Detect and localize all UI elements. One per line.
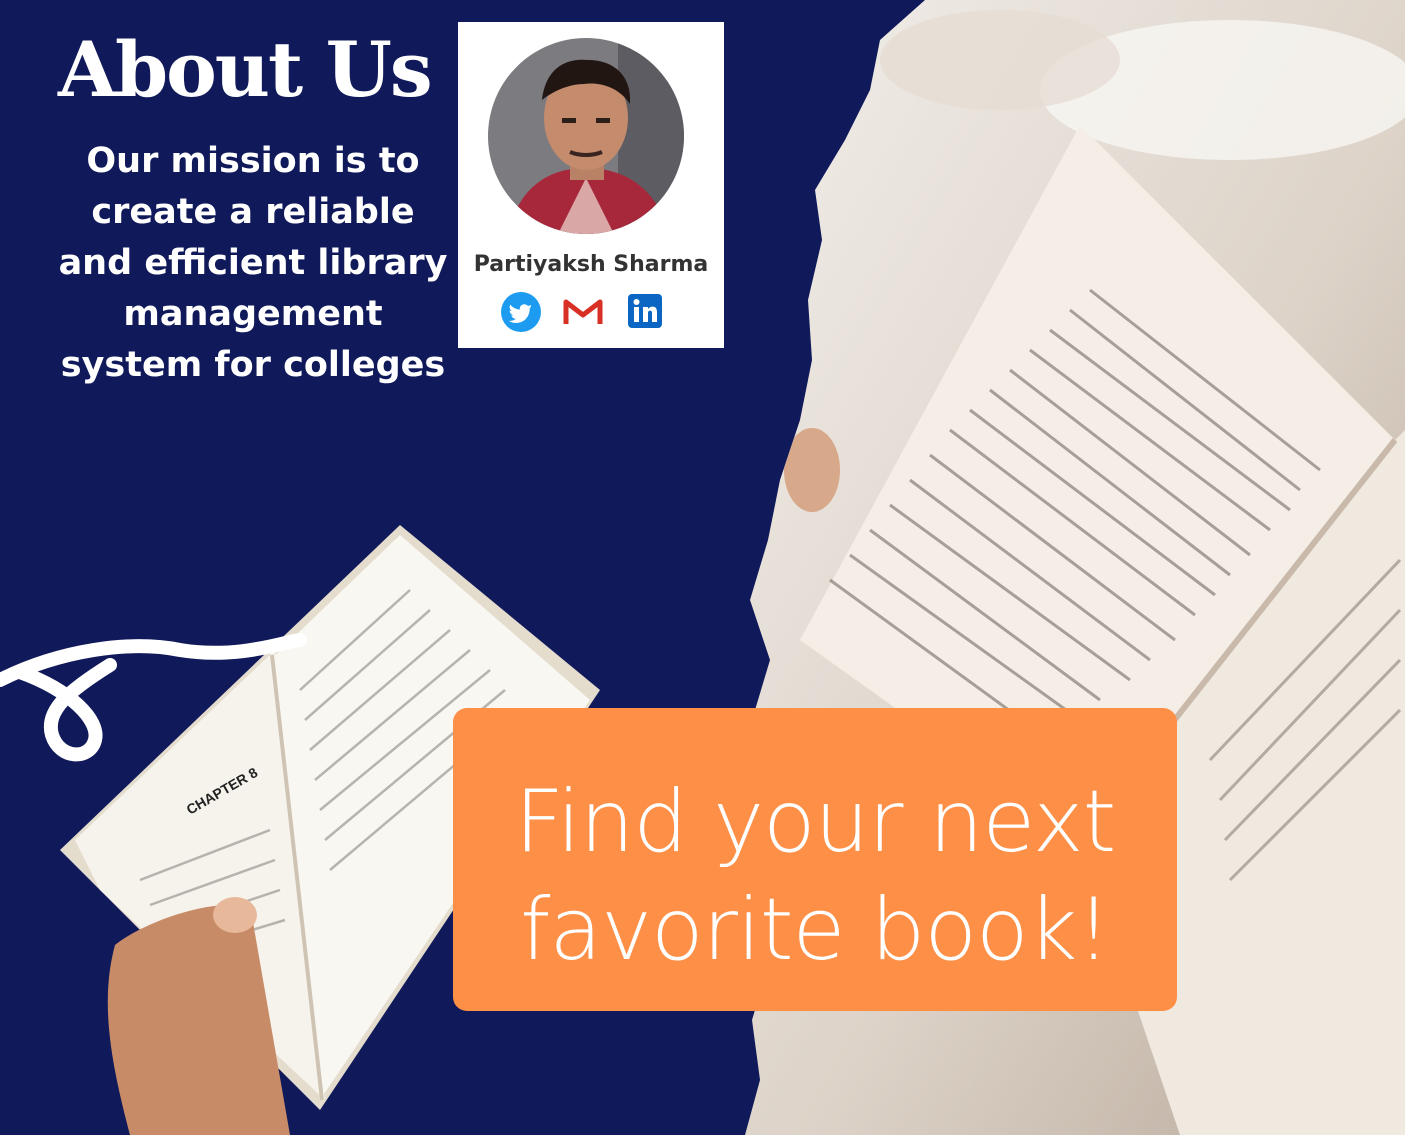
mission-statement: Our mission is to create a reliable and … xyxy=(58,141,448,385)
gmail-link[interactable] xyxy=(562,292,604,332)
linkedin-link[interactable] xyxy=(624,292,666,332)
linkedin-icon xyxy=(628,294,662,328)
cta-banner: Find your next favorite book! xyxy=(453,708,1177,1011)
twitter-link[interactable] xyxy=(500,292,542,332)
profile-card: Partiyaksh Sharma xyxy=(458,22,724,348)
twitter-icon xyxy=(501,292,541,332)
gmail-icon xyxy=(563,299,603,324)
avatar xyxy=(488,38,684,234)
cta-line-2: favorite book! xyxy=(520,880,1111,980)
profile-name: Partiyaksh Sharma xyxy=(473,252,709,277)
social-links xyxy=(498,292,698,332)
cta-text: Find your next favorite book! xyxy=(453,768,1177,984)
page-title: About Us xyxy=(58,25,433,114)
about-us-banner: CHAPTER 8 About Us Our mission is to cre… xyxy=(0,0,1405,1135)
cta-line-1: Find your next xyxy=(514,772,1117,872)
